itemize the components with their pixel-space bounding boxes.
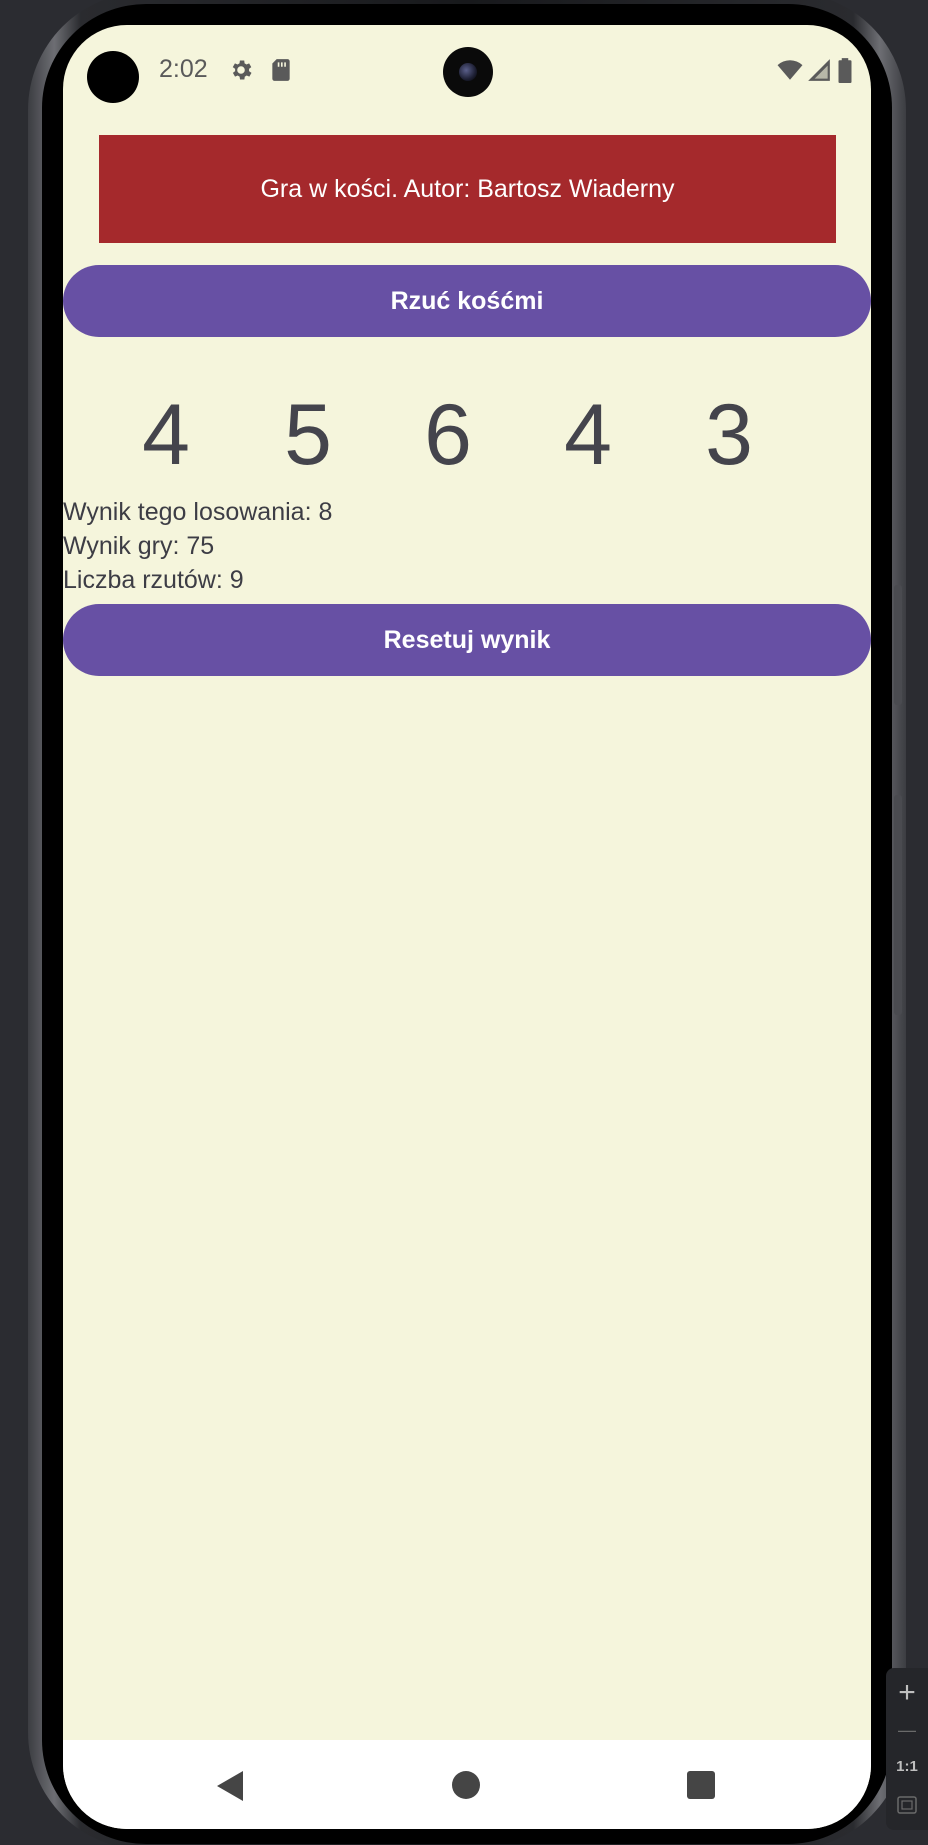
reset-score-button[interactable]: Resetuj wynik bbox=[63, 604, 871, 676]
die-3: 6 bbox=[424, 387, 472, 483]
battery-icon bbox=[838, 58, 852, 83]
fit-screen-icon[interactable] bbox=[897, 1796, 917, 1814]
power-button bbox=[894, 585, 902, 705]
roll-count-text: Liczba rzutów: 9 bbox=[63, 566, 244, 594]
round-score-text: Wynik tego losowania: 8 bbox=[63, 498, 333, 526]
sd-card-icon bbox=[272, 59, 290, 81]
zoom-out-button[interactable]: — bbox=[886, 1720, 928, 1741]
home-icon[interactable] bbox=[452, 1771, 480, 1799]
status-indicator-dot bbox=[87, 51, 139, 103]
status-time: 2:02 bbox=[159, 55, 208, 83]
front-camera bbox=[443, 47, 493, 97]
roll-dice-button[interactable]: Rzuć kośćmi bbox=[63, 265, 871, 337]
actual-size-button[interactable]: 1:1 bbox=[886, 1758, 928, 1775]
emulator-stage: 2:02 Gra w kości. Autor: Bartosz Wiadern… bbox=[0, 0, 928, 1845]
recents-icon[interactable] bbox=[687, 1771, 715, 1799]
phone-screen: 2:02 Gra w kości. Autor: Bartosz Wiadern… bbox=[63, 25, 871, 1829]
zoom-in-button[interactable]: + bbox=[886, 1676, 928, 1710]
gear-icon bbox=[232, 60, 252, 80]
game-score-text: Wynik gry: 75 bbox=[63, 532, 215, 560]
navigation-bar bbox=[63, 1740, 871, 1829]
dice-row: 4 5 6 4 3 bbox=[63, 380, 871, 490]
title-banner: Gra w kości. Autor: Bartosz Wiaderny bbox=[99, 135, 836, 243]
die-1: 4 bbox=[142, 387, 190, 483]
volume-button bbox=[894, 795, 902, 1015]
emulator-zoom-panel: + — 1:1 bbox=[886, 1668, 928, 1830]
title-text: Gra w kości. Autor: Bartosz Wiaderny bbox=[260, 174, 675, 203]
signal-icon bbox=[808, 59, 830, 81]
die-4: 4 bbox=[564, 387, 612, 483]
die-2: 5 bbox=[284, 387, 332, 483]
die-5: 3 bbox=[705, 387, 753, 483]
wifi-icon bbox=[777, 60, 803, 80]
back-icon[interactable] bbox=[217, 1771, 243, 1801]
status-bar: 2:02 bbox=[63, 25, 871, 117]
